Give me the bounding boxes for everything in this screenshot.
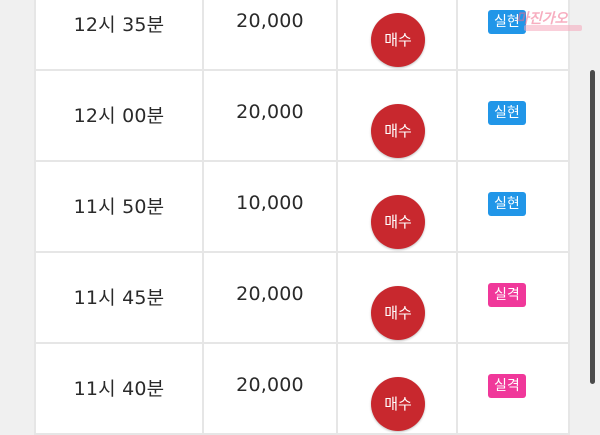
action-cell: 매수 xyxy=(338,162,458,251)
trade-history-table: 12시 35분 20,000 매수 실현 12시 00분 20,000 매수 실… xyxy=(34,0,570,435)
amount-text: 20,000 xyxy=(236,101,304,123)
amount-text: 20,000 xyxy=(236,283,304,305)
time-text: 11시 40분 xyxy=(73,378,165,400)
buy-button[interactable]: 매수 xyxy=(371,104,425,158)
action-cell: 매수 xyxy=(338,344,458,433)
time-text: 12시 00분 xyxy=(73,105,165,127)
time-cell: 11시 50분 xyxy=(36,162,204,251)
table-row: 11시 50분 10,000 매수 실현 xyxy=(36,162,568,253)
result-badge: 실격 xyxy=(488,374,526,398)
amount-cell: 20,000 xyxy=(204,253,338,342)
watermark-underline xyxy=(524,25,582,31)
table-row: 11시 40분 20,000 매수 실격 xyxy=(36,344,568,435)
amount-cell: 20,000 xyxy=(204,71,338,160)
amount-cell: 20,000 xyxy=(204,344,338,433)
time-text: 11시 45분 xyxy=(73,287,165,309)
table-row: 12시 00분 20,000 매수 실현 xyxy=(36,71,568,162)
table-row: 11시 45분 20,000 매수 실격 xyxy=(36,253,568,344)
result-cell: 실현 xyxy=(458,162,568,251)
scrollbar[interactable] xyxy=(590,70,595,384)
time-text: 12시 35분 xyxy=(73,14,165,36)
result-badge: 실격 xyxy=(488,283,526,307)
action-cell: 매수 xyxy=(338,253,458,342)
time-cell: 12시 00분 xyxy=(36,71,204,160)
time-cell: 11시 40분 xyxy=(36,344,204,433)
amount-text: 20,000 xyxy=(236,374,304,396)
buy-button[interactable]: 매수 xyxy=(371,377,425,431)
time-cell: 11시 45분 xyxy=(36,253,204,342)
table-row: 12시 35분 20,000 매수 실현 xyxy=(36,0,568,71)
time-text: 11시 50분 xyxy=(73,196,165,218)
result-cell: 실현 xyxy=(458,71,568,160)
result-cell: 실격 xyxy=(458,344,568,433)
amount-cell: 10,000 xyxy=(204,162,338,251)
result-cell: 실격 xyxy=(458,253,568,342)
action-cell: 매수 xyxy=(338,0,458,69)
result-badge: 실현 xyxy=(488,101,526,125)
amount-text: 10,000 xyxy=(236,192,304,214)
time-cell: 12시 35분 xyxy=(36,0,204,69)
buy-button[interactable]: 매수 xyxy=(371,13,425,67)
action-cell: 매수 xyxy=(338,71,458,160)
screen: 12시 35분 20,000 매수 실현 12시 00분 20,000 매수 실… xyxy=(0,0,600,435)
result-badge: 실현 xyxy=(488,192,526,216)
amount-text: 20,000 xyxy=(236,10,304,32)
buy-button[interactable]: 매수 xyxy=(371,286,425,340)
watermark-logo: 마진가오 xyxy=(512,6,596,36)
amount-cell: 20,000 xyxy=(204,0,338,69)
buy-button[interactable]: 매수 xyxy=(371,195,425,249)
